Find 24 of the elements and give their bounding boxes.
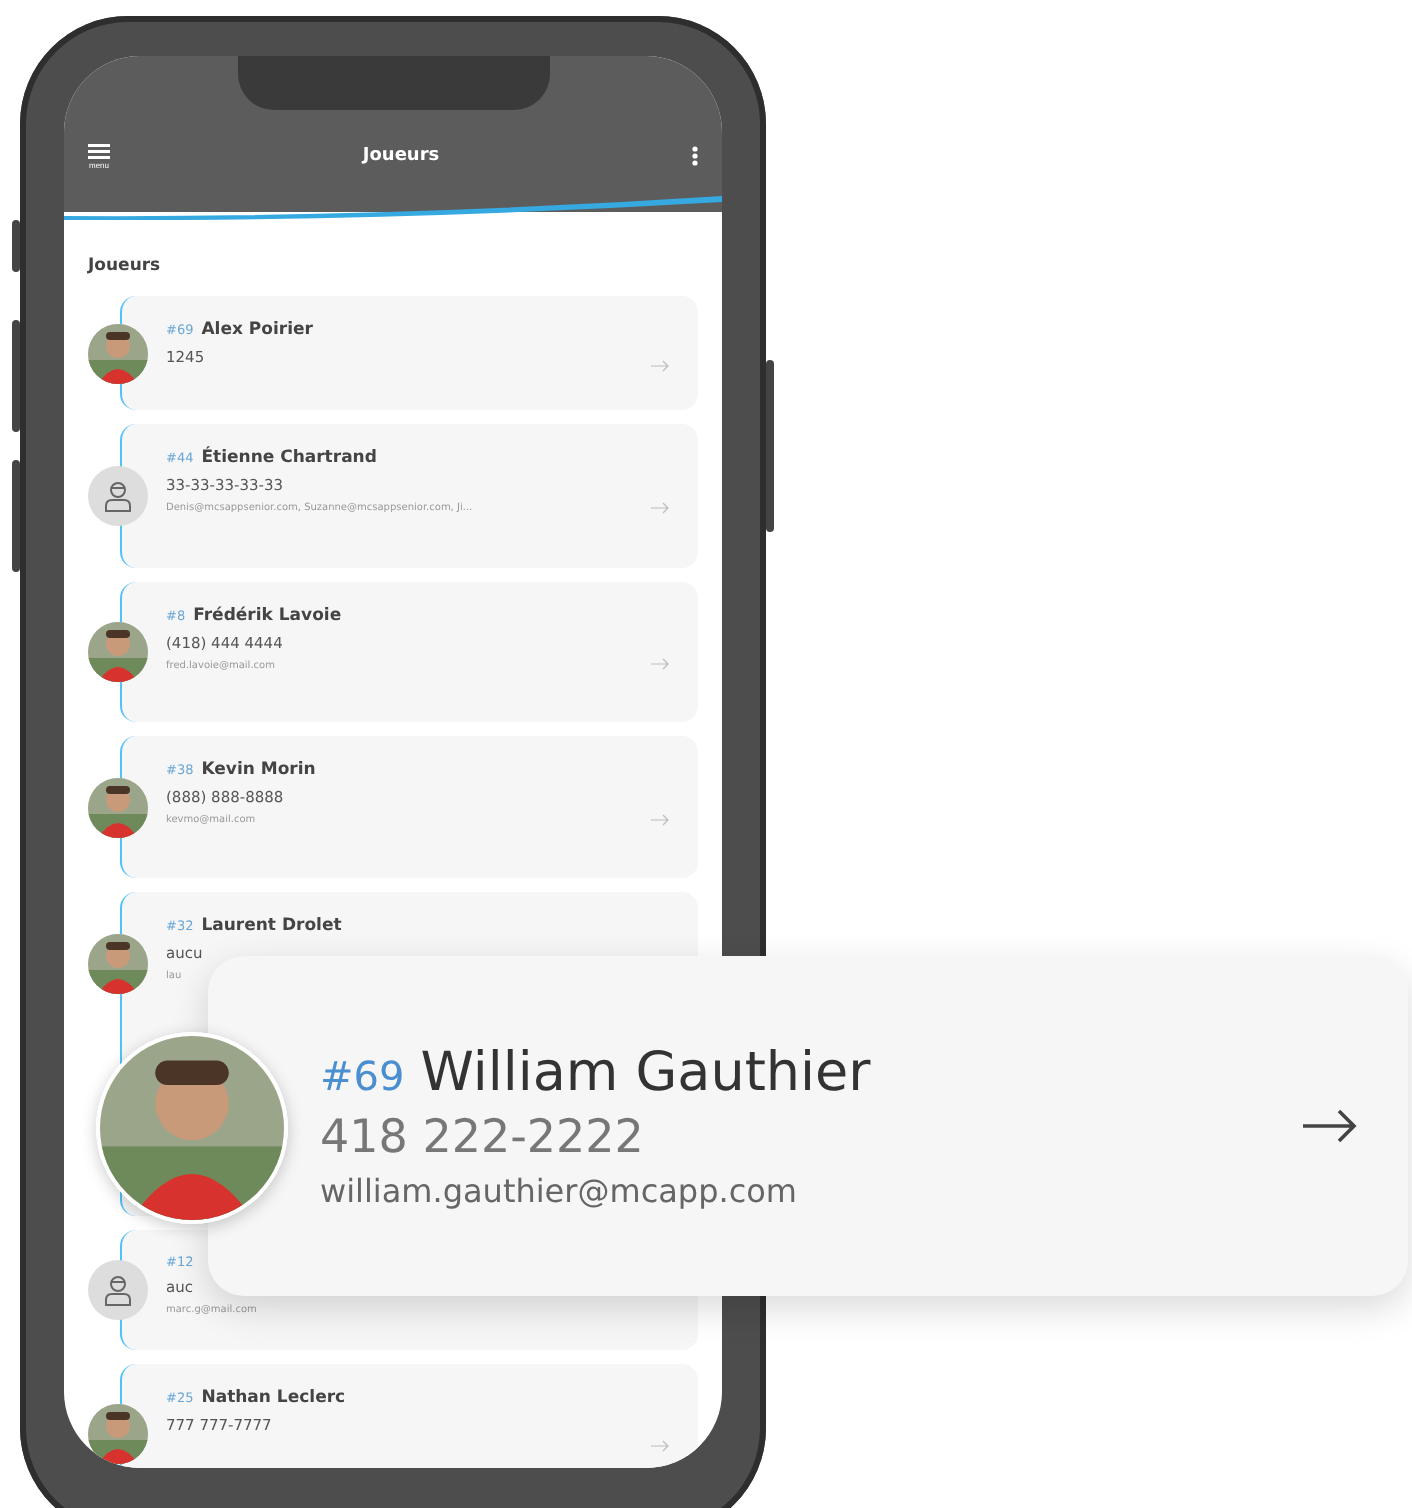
player-name: Nathan Leclerc: [201, 1388, 346, 1408]
player-name: Kevin Morin: [201, 760, 316, 780]
player-number: #69: [320, 1052, 405, 1100]
arrow-icon: [650, 813, 670, 825]
player-phone: 418 222-2222: [320, 1112, 646, 1164]
arrow-icon: [650, 1440, 670, 1452]
player-name: Laurent Drolet: [201, 916, 342, 936]
player-name: Frédérik Lavoie: [193, 606, 342, 626]
arrow-icon: [650, 658, 670, 670]
arrow-icon: [1300, 1108, 1360, 1144]
arrow-icon: [650, 359, 670, 371]
section-title: Joueurs: [88, 256, 163, 276]
player-name: Étienne Chartrand: [201, 448, 377, 468]
menu-icon: [88, 143, 110, 159]
person-icon: [104, 1274, 132, 1306]
header-title: Joueurs: [362, 146, 440, 166]
person-icon: [104, 480, 132, 512]
player-name: William Gauthier: [420, 1042, 871, 1104]
player-detail-tooltip[interactable]: #69 William Gauthier 418 222-2222 william.gauthier@mcapp.com: [208, 956, 1408, 1296]
player-name: Alex Poirier: [201, 320, 313, 340]
open-button[interactable]: [1300, 1108, 1360, 1144]
more-icon[interactable]: [692, 146, 698, 166]
arrow-icon: [650, 502, 670, 514]
player-email: william.gauthier@mcapp.com: [320, 1172, 799, 1210]
